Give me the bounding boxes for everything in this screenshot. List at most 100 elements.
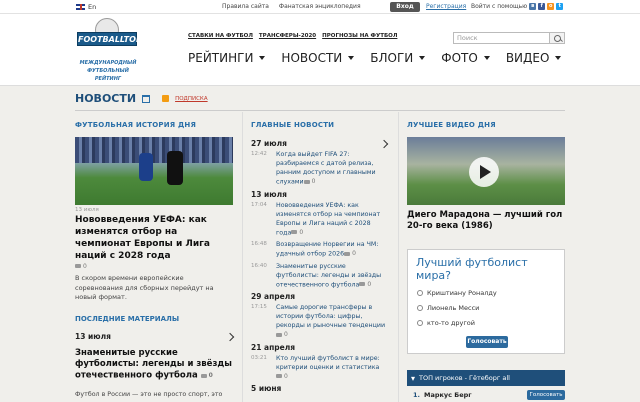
story-heading[interactable]: ФУТБОЛЬНАЯ ИСТОРИЯ ДНЯ bbox=[75, 121, 196, 129]
story-date: 13 июля bbox=[75, 207, 99, 213]
comment-count[interactable]: 0 bbox=[75, 263, 87, 270]
story-lead: В скором времени европейские соревновани… bbox=[75, 274, 214, 301]
search-icon[interactable] bbox=[549, 32, 565, 44]
top-players-header[interactable]: ▾ ТОП игроков - Гётеборг all bbox=[407, 370, 565, 386]
latest-date-row: 13 июля bbox=[75, 332, 235, 341]
news-item[interactable]: 16:48 Возвращение Норвегии на ЧМ: удачный… bbox=[251, 240, 387, 259]
comment-icon bbox=[291, 230, 298, 234]
news-item[interactable]: 16:40 Знаменитые русские футболисты: леге… bbox=[251, 262, 387, 290]
news-time: 16:48 bbox=[251, 241, 267, 247]
nav-blogs[interactable]: БЛОГИ bbox=[370, 51, 426, 65]
social-login: Войти с помощью в f о t bbox=[471, 3, 564, 10]
news-time: 12:42 bbox=[251, 151, 267, 157]
news-date-row: 5 июня bbox=[251, 384, 387, 393]
news-headline[interactable]: Знаменитые русские футболисты: легенды и… bbox=[276, 262, 387, 290]
divider bbox=[398, 112, 399, 402]
rss-icon[interactable] bbox=[162, 95, 170, 102]
vote-button[interactable]: Голосовать bbox=[466, 336, 508, 348]
news-item[interactable]: 03:21 Кто лучший футболист в мире: критер… bbox=[251, 354, 387, 382]
page-header: НОВОСТИ ПОДПИСКА bbox=[75, 92, 208, 105]
chevron-down-icon bbox=[555, 56, 562, 60]
news-date-row: 29 апреля bbox=[251, 292, 387, 301]
comment-icon bbox=[200, 373, 207, 378]
bets-link[interactable]: СТАВКИ НА ФУТБОЛ bbox=[188, 33, 253, 39]
divider bbox=[75, 110, 565, 111]
poll-option[interactable]: Криштиану Роналду bbox=[408, 289, 564, 297]
predictions-link[interactable]: ПРОГНОЗЫ НА ФУТБОЛ bbox=[322, 33, 397, 39]
news-date: 27 июля bbox=[251, 139, 287, 148]
play-icon[interactable] bbox=[469, 157, 499, 187]
news-time: 17:04 bbox=[251, 201, 267, 208]
story-card: 13 июля Нововведения УЕФА: как изменятся… bbox=[75, 137, 233, 303]
social-login-label: Войти с помощью bbox=[471, 3, 528, 10]
sub-links: СТАВКИ НА ФУТБОЛ ТРАНСФЕРЫ-2020 ПРОГНОЗЫ… bbox=[188, 33, 397, 39]
comment-icon bbox=[359, 282, 366, 286]
news-headline[interactable]: Возвращение Норвегии на ЧМ: удачный отбо… bbox=[276, 240, 387, 259]
news-item[interactable]: 12:42 Когда выйдет FIFA 27: разбираемся с… bbox=[251, 150, 387, 187]
latest-title[interactable]: Знаменитые русские футболисты: легенды и… bbox=[75, 348, 233, 382]
latest-heading[interactable]: ПОСЛЕДНИЕ МАТЕРИАЛЫ bbox=[75, 315, 233, 323]
player-figure bbox=[139, 153, 153, 181]
player-name[interactable]: Маркус Берг bbox=[424, 391, 472, 399]
poll-option[interactable]: Лионель Месси bbox=[408, 304, 564, 312]
transfers-link[interactable]: ТРАНСФЕРЫ-2020 bbox=[259, 33, 316, 39]
comment-icon bbox=[276, 374, 282, 378]
news-date: 29 апреля bbox=[251, 292, 296, 301]
comment-icon bbox=[303, 179, 310, 184]
top-players-title: ТОП игроков - Гётеборг all bbox=[419, 374, 510, 382]
page-title: НОВОСТИ bbox=[75, 92, 137, 105]
top-links: Правила сайта Фанатская энциклопедия bbox=[222, 3, 361, 10]
subscribe-link[interactable]: ПОДПИСКА bbox=[175, 96, 208, 102]
news-headline[interactable]: Когда выйдет FIFA 27: разбираемся с дато… bbox=[276, 150, 387, 187]
latest-snippet: Футбол в России — это не просто спорт, э… bbox=[75, 390, 223, 398]
twitter-icon[interactable]: t bbox=[556, 3, 564, 10]
player-rank: 1. bbox=[413, 390, 420, 399]
video-thumbnail[interactable] bbox=[407, 137, 565, 205]
comment-count: 0 bbox=[311, 178, 316, 185]
comment-icon bbox=[75, 264, 81, 268]
news-date-row: 13 июля bbox=[251, 190, 387, 199]
video-title[interactable]: Диего Марадона — лучший гол 20-го века (… bbox=[407, 210, 565, 232]
comment-count: 0 bbox=[284, 331, 288, 338]
story-image[interactable] bbox=[75, 137, 233, 205]
chevron-right-icon[interactable] bbox=[379, 139, 389, 148]
news-item[interactable]: 17:04 Нововведения УЕФА: как изменятся от… bbox=[251, 201, 387, 238]
rules-link[interactable]: Правила сайта bbox=[222, 3, 269, 10]
odnoklassniki-icon[interactable]: о bbox=[547, 3, 555, 10]
site-logo[interactable]: FOOTBALLTOP.RU bbox=[77, 18, 155, 52]
nav-photo[interactable]: ФОТО bbox=[441, 51, 490, 65]
vk-icon[interactable]: в bbox=[529, 3, 537, 10]
news-time: 17:15 bbox=[251, 304, 267, 310]
nav-video[interactable]: ВИДЕО bbox=[506, 51, 562, 65]
login-button[interactable]: Вход bbox=[390, 2, 420, 12]
news-time: 16:40 bbox=[251, 262, 267, 269]
language-switch[interactable]: En bbox=[76, 3, 96, 11]
nav-news[interactable]: НОВОСТИ bbox=[281, 51, 355, 65]
vote-button[interactable]: Голосовать bbox=[527, 389, 565, 400]
news-date: 21 апреля bbox=[251, 342, 296, 352]
news-headline[interactable]: Нововведения УЕФА: как изменятся отбор н… bbox=[276, 201, 387, 238]
chevron-down-icon bbox=[483, 56, 490, 60]
comment-count: 0 bbox=[299, 228, 304, 236]
video-card: Диего Марадона — лучший гол 20-го века (… bbox=[407, 137, 565, 232]
news-time: 03:21 bbox=[251, 354, 267, 361]
story-title[interactable]: Нововведения УЕФА: как изменятся отбор н… bbox=[75, 214, 233, 262]
poll-option[interactable]: кто-то другой bbox=[408, 319, 564, 327]
nav-ratings[interactable]: РЕЙТИНГИ bbox=[188, 51, 266, 65]
comment-icon bbox=[276, 332, 282, 337]
news-heading[interactable]: ГЛАВНЫЕ НОВОСТИ bbox=[251, 121, 334, 129]
news-date-row: 27 июля bbox=[251, 139, 389, 148]
encyclopedia-link[interactable]: Фанатская энциклопедия bbox=[279, 3, 361, 10]
news-item[interactable]: 17:15 Самые дорогие трансферы в истории ф… bbox=[251, 303, 387, 340]
facebook-icon[interactable]: f bbox=[538, 3, 546, 10]
divider bbox=[242, 112, 243, 402]
news-headline[interactable]: Самые дорогие трансферы в истории футбол… bbox=[276, 303, 387, 340]
register-link[interactable]: Регистрация bbox=[426, 3, 466, 10]
calendar-icon[interactable] bbox=[142, 94, 151, 103]
uk-flag-icon bbox=[76, 4, 85, 10]
ranking-icon: ▾ bbox=[411, 373, 416, 383]
video-heading[interactable]: ЛУЧШЕЕ ВИДЕО ДНЯ bbox=[407, 121, 496, 129]
chevron-right-icon[interactable] bbox=[225, 332, 235, 341]
news-headline[interactable]: Кто лучший футболист в мире: критерии оц… bbox=[276, 354, 387, 382]
top-bar: En Правила сайта Фанатская энциклопедия … bbox=[0, 0, 640, 14]
